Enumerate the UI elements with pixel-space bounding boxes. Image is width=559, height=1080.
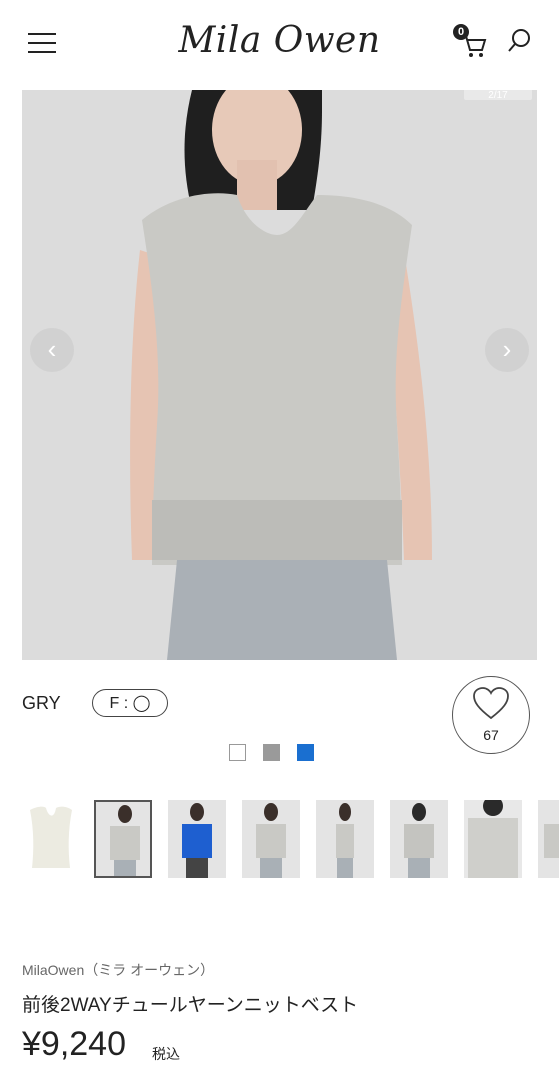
chevron-right-icon: › [502, 334, 512, 364]
favorite-count: 67 [483, 727, 499, 743]
thumbnail-1[interactable] [22, 800, 80, 878]
site-header: Mila Owen 0 [0, 0, 559, 90]
product-name: 前後2WAYチュールヤーンニットベスト [22, 995, 359, 1016]
thumbnail-2[interactable] [94, 800, 152, 878]
color-swatch-white[interactable] [229, 744, 246, 761]
thumbnail-8[interactable] [538, 800, 559, 878]
color-swatch-blue[interactable] [297, 744, 314, 761]
cart-count-badge: 0 [453, 24, 469, 40]
product-main-image[interactable]: 2/17 ‹ › [22, 90, 537, 660]
color-swatch-gray[interactable] [263, 744, 280, 761]
thumbnail-4[interactable] [242, 800, 300, 878]
brand-name[interactable]: MilaOwen（ミラ オーウェン） [22, 960, 214, 980]
thumbnail-strip [22, 800, 559, 878]
tax-label: 税込 [152, 1046, 180, 1062]
thumbnail-6[interactable] [390, 800, 448, 878]
model-photo [22, 90, 537, 660]
thumbnail-3[interactable] [168, 800, 226, 878]
thumbnail-5[interactable] [316, 800, 374, 878]
product-price: ¥9,240 [22, 1025, 126, 1063]
search-icon[interactable] [506, 28, 532, 54]
thumbnail-7[interactable] [464, 800, 522, 878]
image-counter: 2/17 [464, 90, 532, 101]
prev-image-button[interactable]: ‹ [30, 328, 74, 372]
favorite-button[interactable]: 67 [452, 676, 530, 754]
chevron-left-icon: ‹ [47, 334, 57, 364]
heart-icon [473, 687, 509, 720]
selected-color-label: GRY [22, 693, 61, 713]
size-option[interactable]: F : ◯ [92, 689, 168, 717]
next-image-button[interactable]: › [485, 328, 529, 372]
